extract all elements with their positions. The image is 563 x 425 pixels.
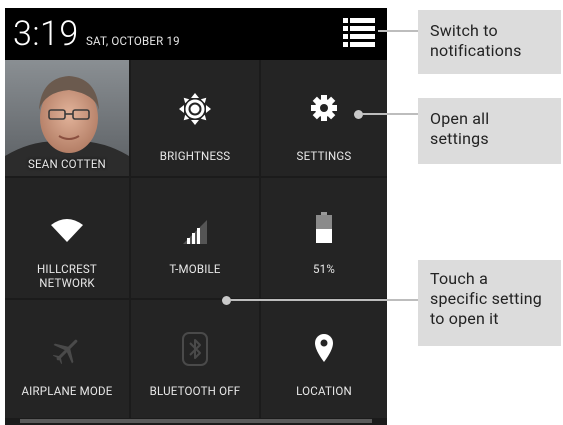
- wifi-icon: [50, 218, 84, 248]
- callout-text: Open all: [430, 109, 490, 128]
- tile-label-mobile: T-MOBILE: [169, 262, 221, 276]
- tile-mobile-network[interactable]: T-MOBILE: [131, 178, 259, 298]
- quick-settings-grid: SEAN COTTEN BRIGHTNESS SETTINGS HILLCRES…: [5, 60, 387, 418]
- tile-airplane-mode[interactable]: AIRPLANE MODE: [5, 300, 129, 418]
- callout-text: settings: [430, 129, 489, 148]
- callout-text: specific setting: [430, 289, 542, 308]
- tile-wifi[interactable]: HILLCREST NETWORK: [5, 178, 129, 298]
- tile-settings[interactable]: SETTINGS: [261, 60, 387, 176]
- callout-connector-settings: [362, 113, 418, 115]
- airplane-icon: [51, 334, 83, 370]
- tile-brightness[interactable]: BRIGHTNESS: [131, 60, 259, 176]
- battery-level: [316, 229, 332, 243]
- gear-icon: [309, 93, 339, 127]
- tile-battery[interactable]: 51%: [261, 178, 387, 298]
- callout-text: notifications: [430, 41, 522, 60]
- tile-label-wifi-line2: NETWORK: [39, 276, 95, 290]
- cell-signal-icon: [181, 218, 209, 250]
- tile-label-bluetooth: BLUETOOTH OFF: [149, 384, 241, 398]
- callout-text: Switch to: [430, 21, 498, 40]
- quick-settings-panel: 3:19 SAT, OCTOBER 19 SEAN COTTEN BRIGHTN…: [5, 8, 387, 425]
- battery-icon: [315, 212, 333, 248]
- callout-connector-specific: [230, 299, 418, 301]
- bluetooth-icon: [182, 332, 208, 370]
- drag-handle[interactable]: [20, 419, 372, 423]
- callout-switch-notifications: Switch to notifications: [418, 10, 561, 74]
- tile-location[interactable]: LOCATION: [261, 300, 387, 418]
- tile-label-wifi-line1: HILLCREST: [37, 262, 97, 276]
- status-time: 3:19: [13, 14, 79, 54]
- tile-label-location: LOCATION: [296, 384, 352, 398]
- status-bar: 3:19 SAT, OCTOBER 19: [5, 8, 387, 60]
- callout-touch-setting: Touch a specific setting to open it: [418, 260, 561, 346]
- notifications-list-icon[interactable]: [341, 16, 377, 50]
- tile-label-brightness: BRIGHTNESS: [159, 149, 231, 163]
- status-date: SAT, OCTOBER 19: [86, 34, 180, 48]
- location-pin-icon: [313, 333, 335, 367]
- callout-text: Touch a: [430, 269, 488, 288]
- callout-connector-notifications: [378, 30, 418, 32]
- callout-text: to open it: [430, 309, 499, 328]
- tile-label-battery: 51%: [313, 262, 335, 276]
- brightness-icon: [178, 92, 212, 130]
- tile-user[interactable]: SEAN COTTEN: [5, 60, 129, 176]
- tile-bluetooth[interactable]: BLUETOOTH OFF: [131, 300, 259, 418]
- tile-label-user: SEAN COTTEN: [28, 157, 106, 171]
- tile-label-settings: SETTINGS: [296, 149, 352, 163]
- tile-label-airplane: AIRPLANE MODE: [21, 384, 113, 398]
- callout-open-settings: Open all settings: [418, 98, 561, 164]
